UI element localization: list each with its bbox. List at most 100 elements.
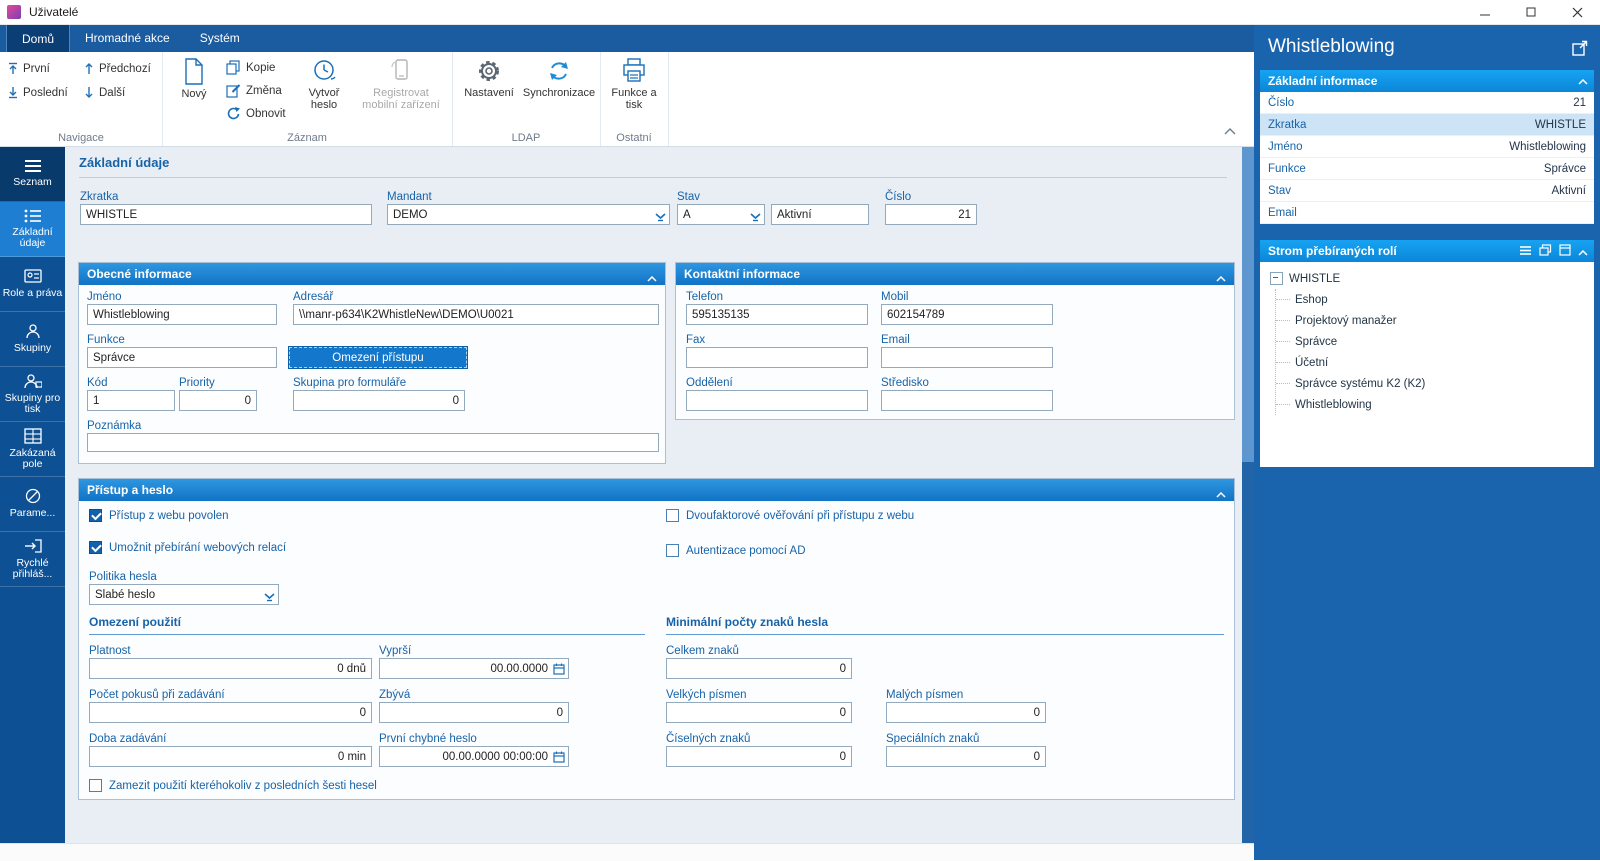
strom-roli-header: Strom přebíraných rolí: [1260, 240, 1594, 262]
tab-domu[interactable]: Domů: [6, 24, 70, 52]
kod-label: Kód: [87, 377, 107, 389]
vertical-scrollbar[interactable]: [1242, 147, 1254, 843]
first-button[interactable]: První: [8, 62, 50, 75]
tree-menu-button[interactable]: [1519, 245, 1532, 259]
ciselnych-znaku-label: Číselných znaků: [666, 733, 750, 745]
info-row-funkce[interactable]: FunkceSprávce: [1260, 158, 1594, 180]
velkych-pismen-label: Velkých písmen: [666, 689, 747, 701]
sidebar-item-seznam[interactable]: Seznam: [0, 147, 65, 202]
tree-expander-icon[interactable]: [1270, 272, 1283, 285]
vyprsi-input[interactable]: [379, 658, 569, 679]
mandant-dropdown-icon[interactable]: [655, 209, 666, 227]
prvni-chybne-calendar-icon[interactable]: [553, 750, 565, 768]
zamezit-hesla-checkbox[interactable]: [89, 779, 102, 792]
create-password-button[interactable]: Vytvoř heslo: [298, 58, 350, 111]
cascade-windows-button[interactable]: [1539, 244, 1552, 259]
tree-root-node[interactable]: WHISTLE: [1270, 268, 1594, 289]
politika-hesla-input[interactable]: [89, 584, 279, 605]
poznamka-input[interactable]: [87, 433, 659, 452]
pristup-collapse-button[interactable]: [1216, 487, 1226, 501]
sidebar-item-parametry[interactable]: Parame...: [0, 477, 65, 532]
refresh-button[interactable]: Obnovit: [226, 106, 286, 121]
autentizace-ad-checkbox[interactable]: [666, 544, 679, 557]
tree-item-projektovy-manazer[interactable]: Projektový manažer: [1276, 310, 1594, 331]
strom-roli-collapse-button[interactable]: [1578, 245, 1588, 259]
last-button[interactable]: Poslední: [8, 86, 68, 99]
adresar-input[interactable]: [293, 304, 659, 325]
scrollbar-thumb[interactable]: [1242, 147, 1254, 462]
zamezit-hesla-label: Zamezit použití kteréhokoliv z posledníc…: [109, 780, 377, 792]
celkem-znaku-input[interactable]: [666, 658, 852, 679]
tree-item-eshop[interactable]: Eshop: [1276, 289, 1594, 310]
open-in-window-button[interactable]: [1572, 40, 1588, 61]
prebirani-relaci-checkbox[interactable]: [89, 541, 102, 554]
copy-button[interactable]: Kopie: [226, 60, 275, 75]
ciselnych-znaku-input[interactable]: [666, 746, 852, 767]
fax-input[interactable]: [686, 347, 868, 368]
tab-hromadne-akce[interactable]: Hromadné akce: [70, 24, 185, 52]
email-input[interactable]: [881, 347, 1053, 368]
pocet-pokusu-input[interactable]: [89, 702, 372, 723]
omezeni-pristupu-button[interactable]: Omezení přístupu: [289, 347, 467, 368]
kod-input[interactable]: [87, 390, 175, 411]
maximize-button[interactable]: [1508, 0, 1554, 24]
tab-system[interactable]: Systém: [185, 24, 255, 52]
ldap-sync-button[interactable]: Synchronizace: [522, 58, 596, 99]
change-button[interactable]: Změna: [226, 83, 282, 98]
vyprsi-calendar-icon[interactable]: [553, 662, 565, 680]
mandant-input[interactable]: [387, 204, 670, 225]
sidebar-item-zakladni-udaje[interactable]: Základní údaje: [0, 202, 65, 257]
collapse-ribbon-button[interactable]: [1224, 122, 1236, 140]
close-button[interactable]: [1554, 0, 1600, 24]
tree-item-whistleblowing[interactable]: Whistleblowing: [1276, 394, 1594, 415]
stredisko-input[interactable]: [881, 390, 1053, 411]
previous-button[interactable]: Předchozí: [84, 62, 151, 75]
malych-pismen-input[interactable]: [886, 702, 1046, 723]
mobil-input[interactable]: [881, 304, 1053, 325]
register-mobile-button[interactable]: Registrovat mobilní zařízení: [356, 58, 446, 111]
tree-item-ucetni[interactable]: Účetní: [1276, 352, 1594, 373]
email-label: Email: [881, 334, 910, 346]
sidebar-item-skupiny-pro-tisk[interactable]: Skupiny pro tisk: [0, 367, 65, 422]
jmeno-input[interactable]: [87, 304, 277, 325]
priority-input[interactable]: [179, 390, 257, 411]
functions-print-button[interactable]: Funkce a tisk: [605, 58, 663, 111]
doba-zadavani-input[interactable]: [89, 746, 372, 767]
vyprsi-date-field: [379, 658, 569, 679]
dock-window-button[interactable]: [1559, 244, 1571, 259]
info-row-zkratka[interactable]: ZkratkaWHISTLE: [1260, 114, 1594, 136]
sidebar-item-skupiny[interactable]: Skupiny: [0, 312, 65, 367]
skupina-formulare-input[interactable]: [293, 390, 465, 411]
info-row-email[interactable]: Email: [1260, 202, 1594, 224]
dvoufaktorove-checkbox[interactable]: [666, 509, 679, 522]
next-button[interactable]: Další: [84, 86, 125, 99]
cislo-input[interactable]: [885, 204, 977, 225]
sidebar-item-zakazana-pole[interactable]: Zakázaná pole: [0, 422, 65, 477]
zkratka-input[interactable]: [80, 204, 372, 225]
info-row-cislo[interactable]: Číslo21: [1260, 92, 1594, 114]
specialnich-znaku-input[interactable]: [886, 746, 1046, 767]
oddeleni-input[interactable]: [686, 390, 868, 411]
tree-item-spravce[interactable]: Správce: [1276, 331, 1594, 352]
ldap-settings-button[interactable]: Nastavení: [458, 58, 520, 99]
zakladni-informace-collapse-button[interactable]: [1578, 74, 1588, 88]
info-row-stav[interactable]: StavAktivní: [1260, 180, 1594, 202]
sidebar-item-role-a-prava[interactable]: Role a práva: [0, 257, 65, 312]
adresar-label: Adresář: [293, 291, 333, 303]
obecne-collapse-button[interactable]: [647, 271, 657, 285]
minimize-button[interactable]: [1462, 0, 1508, 24]
kontaktni-collapse-button[interactable]: [1216, 271, 1226, 285]
pristup-web-checkbox[interactable]: [89, 509, 102, 522]
telefon-input[interactable]: [686, 304, 868, 325]
tree-item-spravce-systemu-k2[interactable]: Správce systému K2 (K2): [1276, 373, 1594, 394]
politika-hesla-dropdown-icon[interactable]: [264, 589, 275, 607]
sidebar-item-rychle-prihlaseni[interactable]: Rychlé přihláš...: [0, 532, 65, 587]
platnost-input[interactable]: [89, 658, 372, 679]
velkych-pismen-input[interactable]: [666, 702, 852, 723]
zbyva-input[interactable]: [379, 702, 569, 723]
new-button[interactable]: Nový: [170, 58, 218, 100]
info-row-jmeno[interactable]: JménoWhistleblowing: [1260, 136, 1594, 158]
prvni-chybne-input[interactable]: [379, 746, 569, 767]
stav-dropdown-icon[interactable]: [750, 209, 761, 227]
funkce-input[interactable]: [87, 347, 277, 368]
